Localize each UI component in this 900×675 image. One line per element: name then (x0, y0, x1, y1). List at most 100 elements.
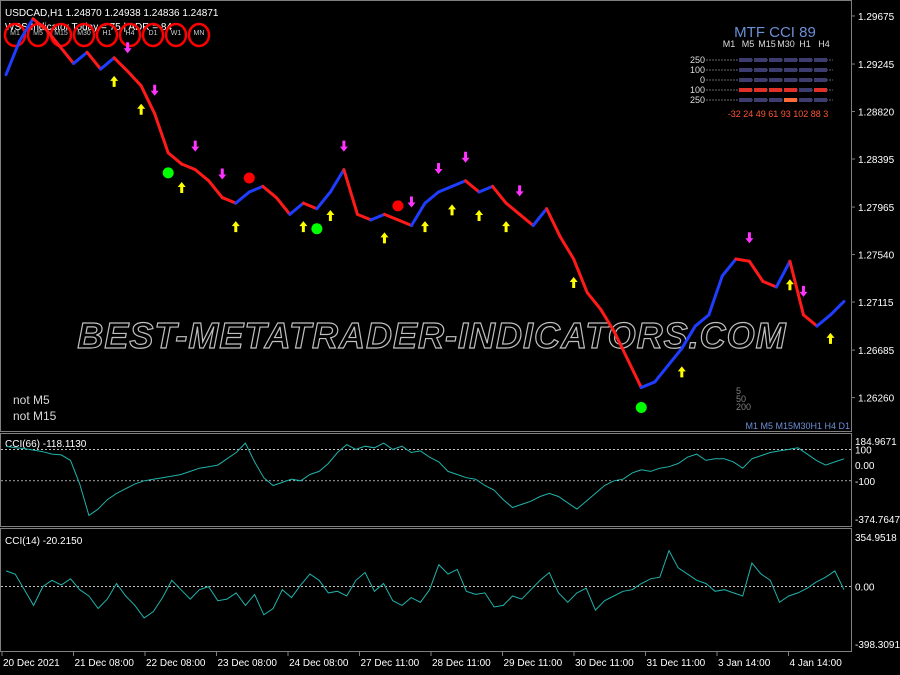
price-y-tick-label: 1.26260 (858, 394, 895, 405)
mtf-cell (769, 58, 782, 62)
price-segment (99, 56, 116, 71)
mtf-cell (814, 98, 827, 102)
buy-arrow (380, 232, 389, 244)
metatrader-chart: BEST-METATRADER-INDICATORS.COM USDCAD,H1… (0, 0, 900, 669)
price-segment (247, 184, 265, 194)
cci66-line (5, 442, 845, 517)
x-tick-label: 21 Dec 08:00 (75, 658, 135, 669)
tf-circle-label: H1 (103, 30, 112, 37)
mtf-cell (799, 58, 812, 62)
tf-circle-label: M5 (33, 30, 43, 37)
price-segment (707, 274, 724, 317)
x-tick-label: 20 Dec 2021 (3, 658, 60, 669)
price-y-tick-label: 1.27540 (858, 251, 895, 262)
mtf-cell (754, 88, 767, 92)
buy-arrow (231, 221, 240, 233)
cci66-y-tick-label: -374.7647 (855, 515, 900, 526)
price-segment (369, 212, 386, 222)
mtf-header-m5: M5 (742, 39, 755, 49)
red-dot (392, 200, 404, 212)
x-tick-label: 27 Dec 11:00 (361, 658, 420, 669)
tf-circle-label: D1 (149, 30, 158, 37)
mtf-cell (739, 88, 752, 92)
mtf-header-m1: M1 (723, 39, 736, 49)
price-segment (788, 259, 805, 317)
mtf-level-label: 250 (690, 95, 705, 105)
price-segment (355, 212, 373, 222)
cci-series (1, 442, 851, 619)
mtf-cell (799, 88, 812, 92)
price-y-tick-label: 1.28395 (858, 155, 895, 166)
sell-arrow (515, 185, 524, 197)
red-dot (243, 172, 255, 184)
price-segment (409, 201, 427, 227)
sell-arrow (407, 196, 416, 208)
buy-arrow (448, 204, 457, 216)
mtf-cell (739, 68, 752, 72)
price-y-tick-label: 1.27115 (858, 298, 894, 309)
mtf-level-label: 100 (690, 85, 705, 95)
x-tick-label: 28 Dec 11:00 (432, 658, 491, 669)
buy-arrow (475, 209, 484, 221)
price-segment (207, 179, 224, 200)
cci14-line (5, 549, 845, 619)
mtf-values: -32 24 49 61 93 102 88 3 (728, 109, 829, 119)
mtf-cell (784, 98, 797, 102)
price-segment (72, 50, 89, 65)
price-segment (801, 313, 819, 328)
price-segment (585, 291, 603, 311)
price-segment (815, 313, 832, 328)
price-y-tick-label: 1.29245 (858, 60, 895, 71)
buy-arrow (137, 103, 146, 115)
price-y-tick-label: 1.28820 (858, 108, 895, 119)
mtf-bottom-tfs: M1 M5 M15M30H1 H4 D1 (745, 421, 850, 431)
price-segment (504, 201, 522, 216)
buy-arrow (677, 366, 686, 378)
price-segment (572, 257, 589, 295)
small-number-200: 200 (736, 402, 751, 412)
price-segment (464, 179, 481, 194)
tf-circle-label: M30 (77, 30, 91, 37)
price-segment (58, 45, 76, 65)
price-segment (477, 184, 495, 194)
cci14-y-tick-label: 0.00 (855, 583, 875, 594)
buy-arrow (177, 182, 186, 194)
price-segment (315, 190, 332, 211)
mtf-cell (739, 98, 752, 102)
price-segment (274, 196, 292, 216)
price-segment (180, 162, 197, 172)
price-segment (720, 257, 738, 278)
x-tick-label: 31 Dec 11:00 (647, 658, 706, 669)
price-segment (491, 184, 508, 205)
price-segment (545, 207, 562, 239)
buy-arrow (785, 279, 794, 291)
sell-arrow (150, 84, 159, 96)
price-segment (761, 279, 778, 289)
mtf-cell (814, 58, 827, 62)
x-tick-label: 24 Dec 08:00 (289, 658, 349, 669)
x-tick-label: 3 Jan 14:00 (718, 658, 771, 669)
price-segment (112, 56, 130, 73)
buy-arrow (826, 332, 835, 344)
mtf-cell (814, 68, 827, 72)
sell-arrow (434, 162, 443, 174)
price-segment (234, 190, 251, 205)
price-panel-frame (0, 0, 852, 432)
tf-circle-label: H4 (126, 30, 135, 37)
mtf-cell (754, 58, 767, 62)
cci14-title: CCI(14) -20.2150 (5, 536, 83, 547)
green-dot (162, 167, 174, 179)
price-segment (423, 190, 441, 205)
x-tick-label: 23 Dec 08:00 (218, 658, 278, 669)
price-segment (139, 84, 157, 116)
sell-arrow (191, 140, 200, 152)
price-segment (288, 201, 305, 216)
mtf-cell (799, 68, 812, 72)
price-segment (437, 184, 454, 194)
price-segment (166, 151, 184, 166)
buy-arrow (502, 221, 511, 233)
price-segment (342, 168, 359, 216)
mtf-cell (784, 58, 797, 62)
price-segment (626, 358, 643, 390)
buy-arrow (326, 209, 335, 221)
